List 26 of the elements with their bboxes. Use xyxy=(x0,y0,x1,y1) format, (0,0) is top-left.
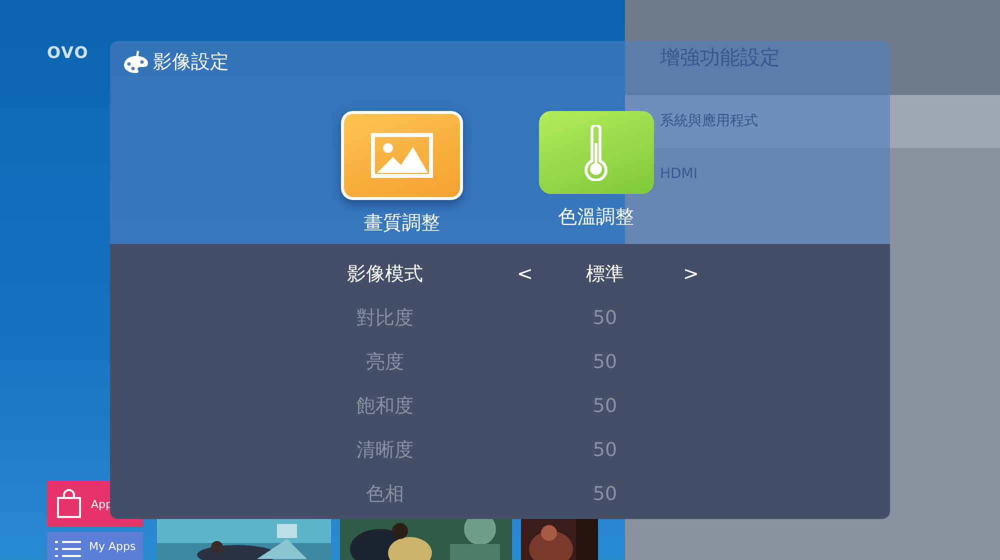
palette-icon xyxy=(123,50,149,74)
shopping-bag-icon xyxy=(55,489,83,519)
setting-label[interactable]: 飽和度 xyxy=(290,393,480,419)
setting-value: 50 xyxy=(592,439,618,461)
app-tile[interactable]: My Apps xyxy=(47,532,143,560)
category-button[interactable] xyxy=(341,111,463,200)
category-label: 畫質調整 xyxy=(364,211,440,236)
logo: OVO xyxy=(47,43,89,62)
setting-label[interactable]: 亮度 xyxy=(290,349,480,375)
dialog-title: 影像設定 xyxy=(153,50,229,75)
setting-label[interactable]: 色相 xyxy=(290,481,480,507)
image-icon xyxy=(371,133,433,178)
category-button[interactable] xyxy=(538,111,654,194)
setting-label[interactable]: 對比度 xyxy=(290,305,480,331)
next-arrow[interactable]: > xyxy=(667,263,715,285)
tile-label: My Apps xyxy=(89,540,136,553)
setting-label[interactable]: 清晰度 xyxy=(290,437,480,463)
previous-arrow[interactable]: < xyxy=(495,263,555,285)
category-label: 色溫調整 xyxy=(558,205,634,230)
setting-value: 50 xyxy=(592,483,618,505)
setting-value: 標準 xyxy=(585,262,625,287)
setting-value: 50 xyxy=(592,307,618,329)
setting-label[interactable]: 影像模式 xyxy=(290,261,480,287)
setting-value: 50 xyxy=(592,351,618,373)
setting-value: 50 xyxy=(592,395,618,417)
list-icon xyxy=(55,540,81,558)
